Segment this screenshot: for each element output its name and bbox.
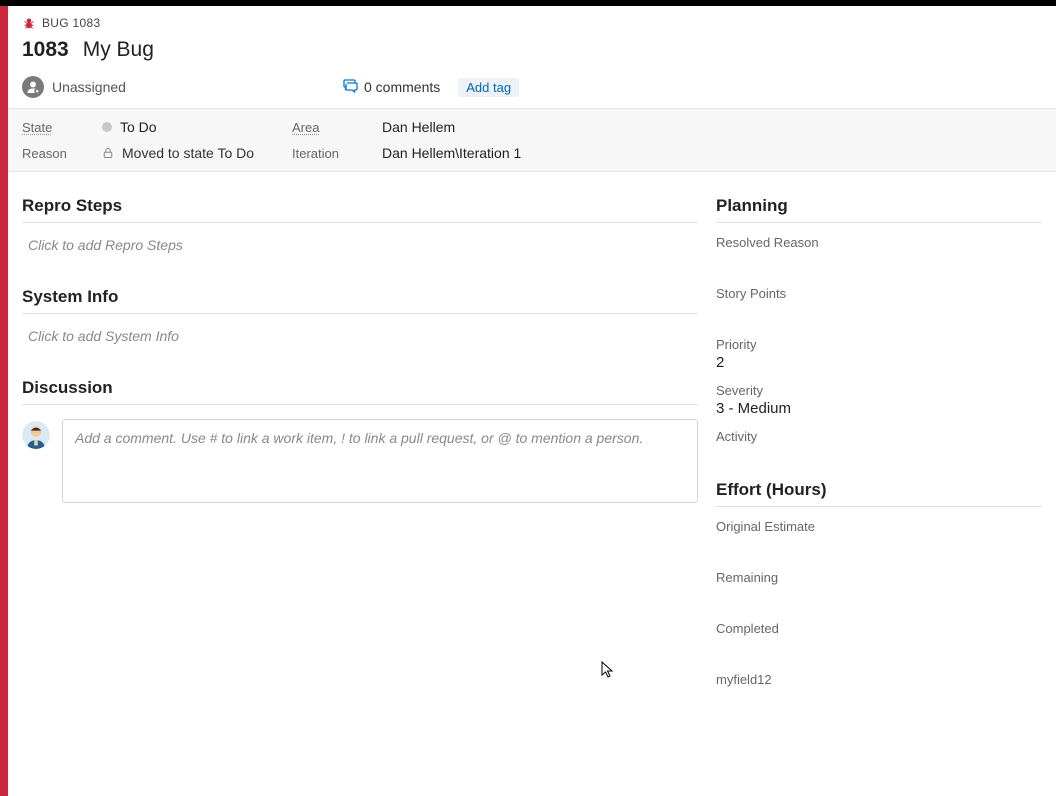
story-points-field[interactable]: Story Points: [716, 286, 1042, 301]
remaining-field[interactable]: Remaining: [716, 570, 1042, 585]
severity-value: 3 - Medium: [716, 400, 1042, 417]
activity-label: Activity: [716, 429, 1042, 444]
priority-field[interactable]: Priority 2: [716, 337, 1042, 371]
repro-steps-header[interactable]: Repro Steps: [22, 190, 698, 223]
comment-input[interactable]: Add a comment. Use # to link a work item…: [62, 419, 698, 503]
custom-field[interactable]: myfield12: [716, 672, 1042, 687]
unassigned-avatar-icon: [22, 76, 44, 98]
work-item-id: 1083: [22, 38, 69, 62]
work-item-title[interactable]: My Bug: [83, 38, 154, 62]
resolved-reason-field[interactable]: Resolved Reason: [716, 235, 1042, 250]
assignee-picker[interactable]: Unassigned: [22, 76, 342, 98]
area-picker[interactable]: Dan Hellem: [382, 119, 1042, 135]
severity-label: Severity: [716, 383, 1042, 398]
reason-value: Moved to state To Do: [122, 145, 254, 161]
title-row: 1083 My Bug: [8, 34, 1056, 72]
reason-label: Reason: [22, 146, 92, 161]
comments-icon: [342, 78, 358, 97]
planning-header[interactable]: Planning: [716, 190, 1042, 223]
effort-header[interactable]: Effort (Hours): [716, 474, 1042, 507]
priority-value: 2: [716, 354, 1042, 371]
priority-label: Priority: [716, 337, 1042, 352]
repro-steps-input[interactable]: Click to add Repro Steps: [22, 223, 698, 281]
activity-field[interactable]: Activity: [716, 429, 1042, 444]
state-label: State: [22, 120, 92, 135]
state-value: To Do: [120, 119, 157, 135]
original-estimate-field[interactable]: Original Estimate: [716, 519, 1042, 534]
work-item-type-stripe: [0, 6, 8, 796]
original-estimate-label: Original Estimate: [716, 519, 1042, 534]
iteration-picker[interactable]: Dan Hellem\Iteration 1: [382, 145, 1042, 161]
work-item-type-label: BUG 1083: [42, 16, 100, 30]
iteration-label: Iteration: [292, 146, 372, 161]
remaining-label: Remaining: [716, 570, 1042, 585]
discussion-header[interactable]: Discussion: [22, 372, 698, 405]
lock-icon: [102, 147, 114, 159]
bug-icon: [22, 16, 36, 30]
severity-field[interactable]: Severity 3 - Medium: [716, 383, 1042, 417]
area-label: Area: [292, 120, 372, 135]
assignee-label: Unassigned: [52, 79, 126, 95]
custom-field-label: myfield12: [716, 672, 1042, 687]
user-avatar: [22, 421, 50, 449]
add-tag-button[interactable]: Add tag: [458, 78, 519, 97]
story-points-label: Story Points: [716, 286, 1042, 301]
comments-link[interactable]: 0 comments: [342, 78, 440, 97]
comments-count: 0 comments: [364, 79, 440, 95]
state-dot-icon: [102, 122, 112, 132]
state-picker[interactable]: To Do: [102, 119, 282, 135]
system-info-input[interactable]: Click to add System Info: [22, 314, 698, 372]
resolved-reason-label: Resolved Reason: [716, 235, 1042, 250]
system-info-header[interactable]: System Info: [22, 281, 698, 314]
completed-label: Completed: [716, 621, 1042, 636]
completed-field[interactable]: Completed: [716, 621, 1042, 636]
reason-picker[interactable]: Moved to state To Do: [102, 145, 282, 161]
